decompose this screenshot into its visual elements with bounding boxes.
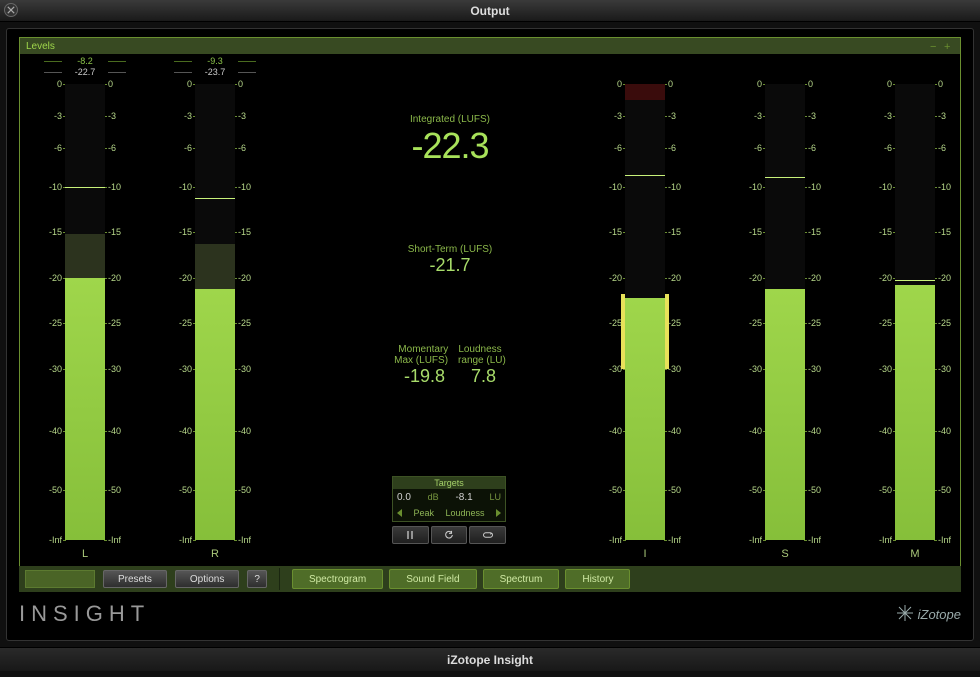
tab-sound-field[interactable]: Sound Field xyxy=(389,569,476,589)
range-bracket xyxy=(665,294,669,369)
window-title: Output xyxy=(470,4,509,18)
meter-fill xyxy=(195,289,235,540)
meter-fill xyxy=(895,285,935,540)
peak-mark xyxy=(625,175,665,176)
product-logo: INSIGHT xyxy=(19,601,150,627)
meter-label: S xyxy=(740,548,830,560)
transport-controls xyxy=(392,526,506,544)
peak-mark xyxy=(765,177,805,178)
short-term-readout: Short-Term (LUFS) -21.7 xyxy=(350,244,550,276)
peak-value: -9.3 xyxy=(170,56,260,66)
meter-area: Integrated (LUFS) -22.3 Short-Term (LUFS… xyxy=(20,54,960,574)
meter-track[interactable] xyxy=(65,84,105,540)
meter-s: 0-3-6-10-15-20-25-30-40-50-Inf0-3-6-10-1… xyxy=(740,84,830,540)
target-prev-icon[interactable] xyxy=(397,509,402,517)
integrated-value: -22.3 xyxy=(350,125,550,167)
levels-panel: Levels − + Integrated (LUFS) -22.3 Short… xyxy=(19,37,961,575)
target-loudness-value: -8.1 xyxy=(455,492,472,503)
tab-history[interactable]: History xyxy=(565,569,630,589)
meter-label: I xyxy=(600,548,690,560)
target-next-icon[interactable] xyxy=(496,509,501,517)
toolbar-divider xyxy=(279,568,280,590)
meter-track[interactable] xyxy=(625,84,665,540)
meter-r: 0-3-6-10-15-20-25-30-40-50-Inf0-3-6-10-1… xyxy=(170,84,260,540)
rms-value: -23.7 xyxy=(170,67,260,77)
momentary-readout: Momentary Loudness Max (LUFS) range (LU)… xyxy=(350,344,550,387)
tab-spectrum[interactable]: Spectrum xyxy=(483,569,560,589)
meter-track[interactable] xyxy=(765,84,805,540)
meter-fill xyxy=(765,289,805,540)
preset-slot[interactable] xyxy=(25,570,95,588)
panel-minimize-icon[interactable]: − xyxy=(930,41,940,51)
loop-button[interactable] xyxy=(469,526,506,544)
clip-indicator xyxy=(625,84,665,100)
levels-title: Levels xyxy=(26,41,55,52)
window-close-button[interactable] xyxy=(4,3,18,17)
footer-text: iZotope Insight xyxy=(447,653,533,667)
short-term-value: -21.7 xyxy=(350,255,550,276)
vendor-logo: iZotope xyxy=(896,604,961,625)
help-button[interactable]: ? xyxy=(247,570,267,588)
bottom-toolbar: Presets Options ? Spectrogram Sound Field… xyxy=(19,566,961,592)
meter-l: 0-3-6-10-15-20-25-30-40-50-Inf0-3-6-10-1… xyxy=(40,84,130,540)
spark-icon xyxy=(896,604,914,625)
window-titlebar: Output xyxy=(0,0,980,22)
meter-label: R xyxy=(170,548,260,560)
levels-panel-header: Levels − + xyxy=(20,38,960,54)
peak-value: -8.2 xyxy=(40,56,130,66)
footer: iZotope Insight xyxy=(0,647,980,671)
peak-mark xyxy=(195,198,235,199)
meter-fill xyxy=(65,278,105,540)
meter-label: L xyxy=(40,548,130,560)
meter-i: 0-3-6-10-15-20-25-30-40-50-Inf0-3-6-10-1… xyxy=(600,84,690,540)
meter-m: 0-3-6-10-15-20-25-30-40-50-Inf0-3-6-10-1… xyxy=(870,84,960,540)
targets-panel: Targets 0.0 dB -8.1 LU Peak Loudness xyxy=(392,476,506,522)
short-term-label: Short-Term (LUFS) xyxy=(350,244,550,255)
range-bracket xyxy=(621,294,625,369)
tab-spectrogram[interactable]: Spectrogram xyxy=(292,569,383,589)
target-peak-value: 0.0 xyxy=(397,492,411,503)
momentary-max-value: -19.8 xyxy=(404,366,445,387)
brand-row: INSIGHT iZotope xyxy=(19,596,961,632)
integrated-readout: Integrated (LUFS) -22.3 xyxy=(350,114,550,167)
peak-mark xyxy=(65,187,105,188)
meter-track[interactable] xyxy=(895,84,935,540)
reset-button[interactable] xyxy=(431,526,468,544)
meter-label: M xyxy=(870,548,960,560)
peak-mark xyxy=(895,280,935,281)
meter-fill xyxy=(625,298,665,540)
panel-expand-icon[interactable]: + xyxy=(944,41,954,51)
loudness-range-value: 7.8 xyxy=(471,366,496,387)
plugin-frame: Levels − + Integrated (LUFS) -22.3 Short… xyxy=(6,28,974,641)
pause-button[interactable] xyxy=(392,526,429,544)
rms-value: -22.7 xyxy=(40,67,130,77)
meter-track[interactable] xyxy=(195,84,235,540)
integrated-label: Integrated (LUFS) xyxy=(350,114,550,125)
targets-title: Targets xyxy=(393,477,505,489)
options-button[interactable]: Options xyxy=(175,570,239,588)
presets-button[interactable]: Presets xyxy=(103,570,167,588)
